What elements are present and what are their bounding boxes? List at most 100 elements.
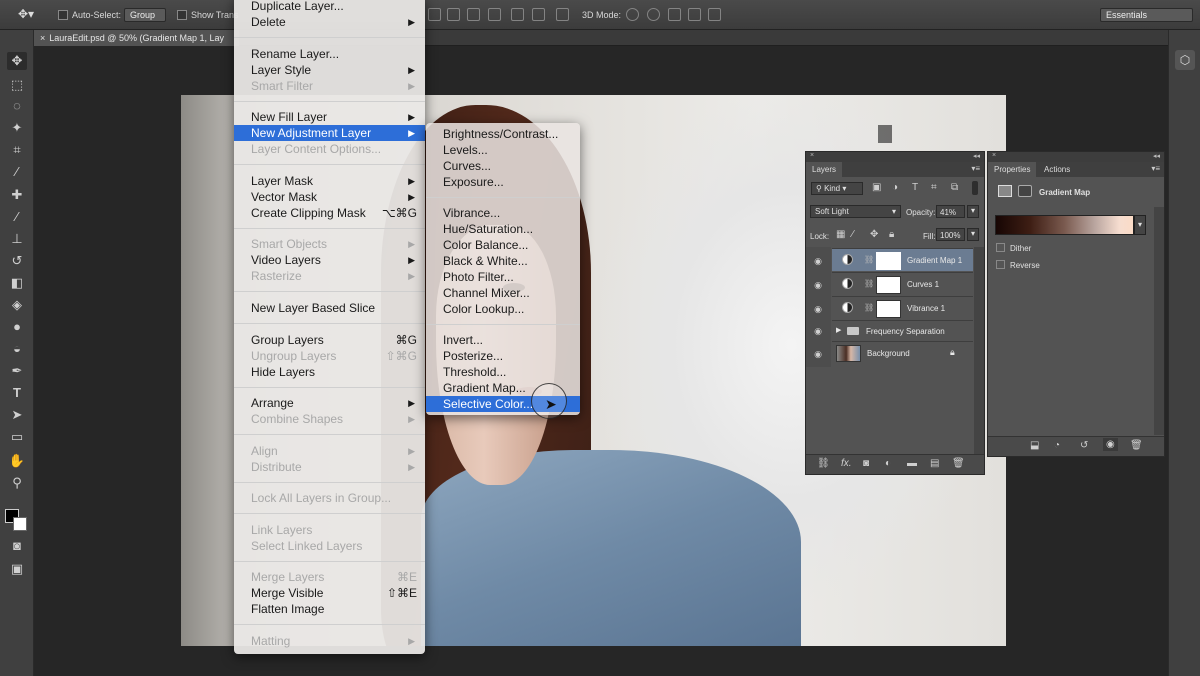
distribute-icon[interactable] [532,8,545,21]
menu-item-new-layer-based-slice[interactable]: New Layer Based Slice [234,300,425,316]
layer-mask-thumbnail[interactable] [876,276,901,294]
expand-arrow-icon[interactable]: ▶ [836,326,841,334]
auto-select-dropdown[interactable]: Group [124,8,166,22]
history-brush-icon[interactable]: ↺ [7,252,27,270]
align-icon[interactable] [467,8,480,21]
opacity-field[interactable]: 41% [936,205,965,218]
reverse-checkbox[interactable] [996,260,1005,269]
magic-wand-icon[interactable]: ✦ [7,119,27,137]
show-transform-checkbox[interactable] [177,10,187,20]
menu-item-threshold[interactable]: Threshold... [426,364,580,380]
3d-slide-icon[interactable] [688,8,701,21]
menu-item-arrange[interactable]: Arrange ▶ [234,395,425,411]
eraser-tool-icon[interactable]: ◧ [7,274,27,292]
menu-item-layer-style[interactable]: Layer Style ▶ [234,62,425,78]
distribute-icon[interactable] [511,8,524,21]
panel-menu-icon[interactable]: ▾≡ [971,164,980,173]
layer-row-background[interactable]: Background 🔒︎ [832,341,973,364]
fill-dropdown-icon[interactable]: ▾ [967,228,979,241]
background-color-swatch[interactable] [13,517,27,531]
brush-tool-icon[interactable]: ∕ [7,208,27,226]
layer-mask-thumbnail[interactable] [876,300,901,318]
healing-brush-icon[interactable]: ✚ [7,186,27,204]
layer-row-vibrance[interactable]: ⛓︎ Vibrance 1 [832,296,973,319]
3d-orbit-icon[interactable] [626,8,639,21]
menu-item-hue-saturation[interactable]: Hue/Saturation... [426,221,580,237]
dock-panel-icon[interactable]: ⬡ [1175,50,1195,70]
menu-item-new-fill-layer[interactable]: New Fill Layer ▶ [234,109,425,125]
quick-mask-icon[interactable]: ◙ [7,537,27,555]
lock-all-icon[interactable]: 🔒︎ [889,229,894,240]
tab-properties[interactable]: Properties [988,162,1037,177]
menu-item-duplicate-layer[interactable]: Duplicate Layer... [234,0,425,14]
menu-item-delete[interactable]: Delete ▶ [234,14,425,30]
mask-properties-icon[interactable] [1018,185,1032,197]
menu-item-flatten-image[interactable]: Flatten Image [234,601,425,617]
move-tool-icon[interactable]: ✥▾ [18,7,34,21]
menu-item-posterize[interactable]: Posterize... [426,348,580,364]
layers-scrollbar[interactable] [974,247,984,457]
3d-pan-icon[interactable] [668,8,681,21]
filter-pixel-icon[interactable]: ▣ [872,182,881,193]
mask-link-icon[interactable]: ⛓︎ [864,303,874,312]
dither-checkbox[interactable] [996,243,1005,252]
menu-item-video-layers[interactable]: Video Layers ▶ [234,252,425,268]
align-icon[interactable] [447,8,460,21]
lasso-tool-icon[interactable]: ◌ [7,97,27,115]
zoom-tool-icon[interactable]: ⚲ [7,474,27,492]
visibility-eye-icon[interactable]: ◉ [812,280,824,291]
lock-pixels-icon[interactable]: ∕ [852,229,854,240]
crop-tool-icon[interactable]: ⌗ [7,141,27,159]
mask-link-icon[interactable]: ⛓︎ [864,279,874,288]
menu-item-invert[interactable]: Invert... [426,332,580,348]
new-layer-icon[interactable]: ▤ [930,458,939,469]
panel-menu-icon[interactable]: ▾≡ [1151,164,1160,173]
fx-icon[interactable]: fx. [841,458,852,469]
reset-icon[interactable]: ↺ [1080,440,1088,451]
dodge-tool-icon[interactable]: ◒ [7,340,27,358]
menu-item-vibrance[interactable]: Vibrance... [426,205,580,221]
fill-field[interactable]: 100% [936,228,965,241]
adjustment-properties-icon[interactable] [998,185,1012,197]
menu-item-group-layers[interactable]: Group Layers ⌘G [234,332,425,348]
opacity-dropdown-icon[interactable]: ▾ [967,205,979,218]
menu-item-vector-mask[interactable]: Vector Mask ▶ [234,189,425,205]
filter-kind-dropdown[interactable]: ⚲ Kind ▾ [811,182,863,195]
hand-tool-icon[interactable]: ✋ [7,452,27,470]
visibility-eye-icon[interactable]: ◉ [812,304,824,315]
menu-item-merge-visible[interactable]: Merge Visible ⇧⌘E [234,585,425,601]
mask-link-icon[interactable]: ⛓︎ [864,255,874,264]
align-icon[interactable] [488,8,501,21]
layer-row-gradient-map[interactable]: ⛓︎ Gradient Map 1 [832,248,973,271]
filter-type-icon[interactable]: T [912,182,918,193]
menu-item-color-lookup[interactable]: Color Lookup... [426,301,580,317]
3d-roll-icon[interactable] [647,8,660,21]
lock-transparent-icon[interactable]: ▦ [836,229,845,240]
view-previous-state-icon[interactable]: ◔ [1054,440,1060,451]
menu-item-photo-filter[interactable]: Photo Filter... [426,269,580,285]
menu-item-layer-mask[interactable]: Layer Mask ▶ [234,173,425,189]
gradient-dropdown-icon[interactable]: ▾ [1134,215,1146,235]
properties-scrollbar[interactable] [1154,207,1164,435]
delete-adjustment-icon[interactable]: 🗑︎ [1130,440,1143,451]
pen-tool-icon[interactable]: ✒ [7,362,27,380]
3d-scale-icon[interactable] [708,8,721,21]
menu-item-channel-mixer[interactable]: Channel Mixer... [426,285,580,301]
menu-item-rename-layer[interactable]: Rename Layer... [234,46,425,62]
filter-smart-object-icon[interactable]: ⧉ [951,182,958,193]
menu-item-exposure[interactable]: Exposure... [426,174,580,190]
type-tool-icon[interactable]: T [7,384,27,402]
menu-item-hide-layers[interactable]: Hide Layers [234,364,425,380]
menu-item-levels[interactable]: Levels... [426,142,580,158]
tab-layers[interactable]: Layers [806,162,843,177]
gradient-preview[interactable] [995,215,1134,235]
auto-align-icon[interactable] [556,8,569,21]
menu-item-curves[interactable]: Curves... [426,158,580,174]
document-tab[interactable]: × LauraEdit.psd @ 50% (Gradient Map 1, La… [34,30,239,46]
close-icon[interactable]: × [40,33,45,43]
layer-row-curves[interactable]: ⛓︎ Curves 1 [832,272,973,295]
layer-row-frequency-separation[interactable]: ▶ Frequency Separation [832,320,973,340]
toggle-visibility-icon[interactable]: ◉ [1103,438,1118,451]
visibility-eye-icon[interactable]: ◉ [812,349,824,360]
workspace-dropdown[interactable]: Essentials [1100,8,1193,22]
